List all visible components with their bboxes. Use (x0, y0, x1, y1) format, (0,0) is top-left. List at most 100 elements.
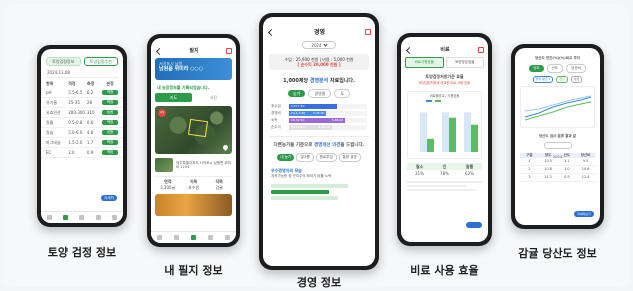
tab-ratio[interactable]: 당산비 (566, 64, 586, 73)
soil-table-cell: pH (46, 90, 52, 95)
soil-table-row: 유효인산 200-300 310 높음 (41, 108, 123, 118)
field-notice: 내 농장정보를 기록되었습니다. (157, 85, 210, 90)
soil-table-cell: 200-300 (68, 110, 85, 115)
tab-soil-nutrient[interactable]: 토양양분효율 (445, 57, 484, 68)
chip-option-2[interactable]: 잎다름 (296, 153, 314, 162)
management-bar-value2: 5,35,90 (312, 111, 325, 115)
fertilizer-ref-bar (420, 112, 427, 152)
soil-test-screen: 토양검정정보 토양검정추천 2024.11.08 항목 적정 측정 판정 pH 5… (41, 49, 123, 223)
soil-judgement-badge: 높음 (102, 110, 118, 115)
soil-judgement-badge: 적정 (102, 150, 118, 155)
caption-sugar: 감귤 당산도 정보 (518, 247, 597, 260)
fertilizer-more-button[interactable] (466, 222, 482, 228)
field-bottom-photo[interactable] (155, 194, 232, 216)
management-bar-value: 18,32,50 (291, 118, 305, 122)
management-bar-label: 소득 (271, 118, 278, 122)
fert-header-k: 칼륨 (465, 164, 474, 169)
sugar-header-group: 구분 (526, 153, 533, 157)
nav-chart-icon[interactable] (95, 215, 101, 220)
management-bar-value2: 5,68,00 (331, 118, 344, 122)
chip-option-4[interactable]: 통합 경영 (338, 153, 361, 162)
tab-photo[interactable]: 사진 (195, 93, 232, 102)
chevron-down-icon (322, 41, 328, 47)
nav-soil-icon[interactable] (63, 215, 69, 220)
nav-field-icon[interactable] (79, 215, 85, 220)
tab-acid[interactable]: 산도 (546, 64, 564, 73)
tab-fertilizer-efficiency[interactable]: 비료사용효율 (405, 57, 444, 68)
fertilizer-subline: 토양검정처방과 비교한 비료 사용 효율 (419, 81, 470, 85)
management-bar-label: 경영비 (271, 111, 281, 115)
tab-sugar[interactable]: 당도 (529, 65, 544, 72)
soil-table-cell: 5.5-6.5 (68, 90, 83, 95)
management-bar: 18,32,50 5,68,00 (289, 118, 367, 123)
phone-management: 경영 2024 수입 : 25,900 천원 | 비용 : 5,000 천원 [… (259, 13, 379, 270)
soil-judgement-badge: 낮음 (102, 130, 118, 135)
soil-more-button[interactable]: 자세히 (101, 195, 117, 201)
sugar-table-row: 2 10.8 1.0 10.8 (520, 166, 595, 174)
sugar-table-body: 1 10.5 1.1 9.5 2 10.8 1.0 10.8 3 11.2 0.9 12.4 (520, 158, 595, 182)
sugar-lines-svg (524, 95, 592, 121)
soil-table-cell: 칼륨 (46, 120, 54, 125)
soil-table-cell: 유효인산 (46, 110, 61, 115)
tab-map[interactable]: 지도 (155, 93, 192, 102)
field-value-category: 과수원 (187, 185, 200, 190)
nav-soil-icon[interactable] (174, 235, 179, 240)
advice-headline-highlight: 경영개선 의견 (314, 143, 341, 148)
management-bar-row: 경영비 13,1,5,90 5,35,90 (271, 111, 367, 116)
fertilizer-legend (426, 100, 441, 102)
soil-table-cell: 1.5-2.0 (68, 140, 83, 145)
soil-table-header: 항목 적정 측정 판정 (41, 78, 123, 88)
soil-table-row: 마그네슘 1.5-2.0 1.7 적정 (41, 138, 123, 148)
analysis-headline: 1,000제당 경영분석 자료입니다. (263, 78, 375, 84)
fert-value-p: 78% (440, 171, 449, 176)
field-header-crop: 작목 (215, 179, 223, 184)
sugar-table-cell: 12.4 (581, 175, 590, 179)
management-bar: 5,577,50 (289, 104, 367, 109)
field-aerial-map[interactable]: 지목 (155, 106, 232, 154)
nav-menu-icon[interactable] (225, 235, 230, 240)
chip-option-3[interactable]: 원료투입 (315, 153, 337, 162)
advice-headline: 다른농가들 기준으로 경영개선 의견을 드립니다. (263, 143, 375, 148)
sugar-table-cell: 10.8 (581, 167, 590, 171)
sugar-header-acid: 산도 (563, 153, 571, 157)
tab-management-group[interactable]: 경영원 (308, 89, 332, 98)
chip-my-farm[interactable]: 내 농가 (277, 154, 295, 161)
field-header-category: 지목 (189, 179, 198, 184)
advice-headline-prefix: 다른농가들 기준으로 (273, 143, 313, 148)
nav-menu-icon[interactable] (112, 215, 118, 220)
sugar-year-select[interactable]: 2024 (543, 142, 572, 159)
nav-home-icon[interactable] (46, 215, 52, 220)
sugar-table-row: 1 10.5 1.1 9.5 (520, 158, 595, 166)
soil-table-cell: 310 (86, 110, 95, 115)
nav-chart-icon[interactable] (208, 235, 213, 240)
nav-home-icon[interactable] (157, 235, 162, 240)
phone-fertilizer: 비료 비료사용효율 토양양분효율 토양검정처방기준 효율 토양검정처방과 비교한… (397, 33, 492, 246)
home-icon[interactable] (478, 47, 484, 53)
tab-soil-info[interactable]: 토양검정정보 (46, 57, 81, 66)
home-icon[interactable] (226, 48, 232, 54)
tab-province[interactable]: 도 (334, 89, 351, 98)
tab-soil-recommend[interactable]: 토양검정추천 (83, 57, 118, 66)
soil-header-item: 항목 (46, 81, 54, 86)
field-thumbnail[interactable] (155, 158, 173, 172)
year-select[interactable]: 2024 (302, 41, 336, 49)
sugar-acid-screen: 당산도 연간(%)(%)비교 추이 당도 산도 당산비 올해 평균 1 전년 평… (515, 48, 600, 225)
management-bar-row: 소득 18,32,50 5,68,00 (271, 118, 367, 123)
sugar-more-button[interactable]: 자세히보기 (574, 211, 594, 217)
home-icon[interactable] (365, 29, 371, 35)
management-bar-value: 5,577,50 (291, 104, 305, 108)
soil-table-cell: 0.9 (86, 150, 94, 155)
management-bar-value: 13,1,5,90 (291, 111, 306, 115)
sugar-header-sugar: 당도 (544, 153, 552, 157)
soil-header-measured: 측정 (86, 81, 95, 86)
legend-this-year: 올해 평균 1 (532, 76, 554, 83)
management-bar-row: 순수익 19,18,90 5,42,78 (271, 125, 367, 130)
sugar-table-cell: 1.0 (564, 167, 570, 171)
tab-farm[interactable]: 농가 (287, 90, 306, 97)
soil-table-cell: 2.0 (68, 150, 75, 155)
phone-my-field: 필지 서귀포시 남원 남원읍 위미리 ○○○ 내 농장정보를 기록되었습니다. … (147, 34, 240, 247)
fertilizer-ref-bar (442, 112, 449, 152)
soil-table-cell: 0.6 (86, 120, 94, 125)
management-bar: 13,1,5,90 5,35,90 (289, 111, 367, 116)
nav-field-icon[interactable] (191, 235, 196, 240)
